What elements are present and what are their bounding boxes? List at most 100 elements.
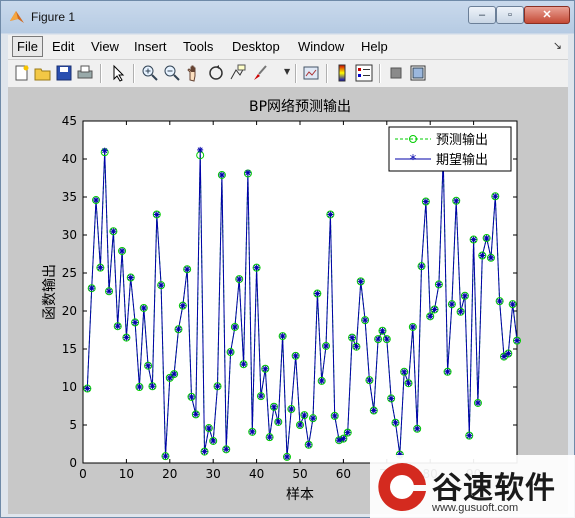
data-point-expected <box>409 323 416 330</box>
print-icon[interactable] <box>76 64 94 82</box>
x-tick-label: 20 <box>162 467 177 481</box>
y-tick-label: 25 <box>62 266 77 280</box>
data-point-expected <box>223 446 230 453</box>
data-point-expected <box>305 441 312 448</box>
legend-icon[interactable] <box>355 64 373 82</box>
data-point-expected <box>140 304 147 311</box>
data-cursor-icon[interactable] <box>229 64 247 82</box>
data-point-expected <box>331 412 338 419</box>
open-file-icon[interactable] <box>34 64 52 82</box>
zoom-in-icon[interactable] <box>141 64 159 82</box>
data-point-expected <box>505 350 512 357</box>
watermark-url: www.gusuoft.com <box>432 502 519 514</box>
data-point-expected <box>119 247 126 254</box>
data-point-expected <box>370 407 377 414</box>
show-plot-tools-icon[interactable] <box>409 64 427 82</box>
brush-icon[interactable] <box>251 64 269 82</box>
data-point-expected <box>149 383 156 390</box>
data-point-expected <box>500 353 507 360</box>
zoom-out-icon[interactable] <box>163 64 181 82</box>
close-button[interactable]: ✕ <box>524 6 570 24</box>
data-point-expected <box>422 198 429 205</box>
data-point-expected <box>114 323 121 330</box>
x-tick-label: 40 <box>249 467 264 481</box>
data-point-expected <box>197 146 204 153</box>
plot-svg: BP网络预测输出 样本 函数输出 01020304050607080900510… <box>42 99 521 503</box>
rotate-3d-icon[interactable] <box>207 64 225 82</box>
data-point-expected <box>292 352 299 359</box>
data-point-expected <box>106 288 113 295</box>
data-point-expected <box>184 266 191 273</box>
data-point-expected <box>457 308 464 315</box>
menu-window[interactable]: Window <box>298 39 344 54</box>
data-point-expected <box>153 211 160 218</box>
menu-view[interactable]: View <box>91 39 119 54</box>
data-point-expected <box>470 236 477 243</box>
title-bar[interactable]: Figure 1 – ▫ ✕ <box>1 1 574 33</box>
data-point-expected <box>101 147 108 154</box>
data-point-expected <box>283 453 290 460</box>
data-point-expected <box>466 432 473 439</box>
data-point-expected <box>97 264 104 271</box>
menu-desktop[interactable]: Desktop <box>232 39 280 54</box>
y-tick-label: 30 <box>62 228 77 242</box>
data-point-expected <box>514 337 520 344</box>
data-point-expected <box>401 368 408 375</box>
data-point-expected <box>492 193 499 200</box>
y-tick-label: 20 <box>62 304 77 318</box>
data-point-expected <box>496 298 503 305</box>
toolbar-separator <box>133 64 135 83</box>
data-point-expected <box>236 276 243 283</box>
data-point-expected <box>88 285 95 292</box>
menu-tools[interactable]: Tools <box>183 39 213 54</box>
y-tick-label: 45 <box>62 114 77 128</box>
data-point-expected <box>453 197 460 204</box>
data-point-expected <box>266 434 273 441</box>
new-figure-icon[interactable] <box>13 64 31 82</box>
data-point-expected <box>110 228 117 235</box>
data-point-expected <box>123 334 130 341</box>
hide-plot-tools-icon[interactable] <box>387 64 405 82</box>
dock-arrow-icon[interactable]: ↘ <box>553 39 562 52</box>
menu-insert[interactable]: Insert <box>134 39 167 54</box>
axes-box[interactable] <box>82 120 518 464</box>
brush-dropdown-icon[interactable]: ▼ <box>284 67 290 76</box>
pan-icon[interactable] <box>185 64 203 82</box>
colorbar-icon[interactable] <box>333 64 351 82</box>
data-point-expected <box>327 211 334 218</box>
data-point-expected <box>279 333 286 340</box>
data-point-expected <box>188 393 195 400</box>
y-tick-label: 0 <box>69 456 77 470</box>
save-icon[interactable] <box>55 64 73 82</box>
data-point-expected <box>474 399 481 406</box>
data-point-expected <box>132 319 139 326</box>
data-point-expected <box>414 425 421 432</box>
menu-edit[interactable]: Edit <box>52 39 74 54</box>
menu-file[interactable]: File <box>12 36 43 57</box>
maximize-button[interactable]: ▫ <box>496 6 524 24</box>
data-point-expected <box>340 435 347 442</box>
toolbar-separator <box>295 64 297 83</box>
y-axis-label: 函数输出 <box>42 264 58 320</box>
data-point-expected <box>275 418 282 425</box>
minimize-button[interactable]: – <box>468 6 496 24</box>
figure-window: Figure 1 – ▫ ✕ File Edit View Insert Too… <box>0 0 575 518</box>
legend-label-expected: 期望输出 <box>436 152 488 168</box>
data-point-expected <box>262 365 269 372</box>
data-point-expected <box>349 334 356 341</box>
menu-help[interactable]: Help <box>361 39 388 54</box>
x-tick-label: 10 <box>119 467 134 481</box>
data-point-expected <box>314 290 321 297</box>
link-plot-icon[interactable] <box>302 64 320 82</box>
data-point-expected <box>297 422 303 428</box>
data-point-expected <box>479 252 486 259</box>
legend[interactable]: 预测输出 * 期望输出 <box>388 126 512 172</box>
data-point-expected <box>214 383 221 390</box>
watermark: 谷速软件 www.gusuoft.com <box>370 455 575 518</box>
edit-plot-icon[interactable] <box>109 64 127 82</box>
data-point-expected <box>301 412 308 419</box>
watermark-logo-icon <box>378 462 426 511</box>
y-tick-label: 15 <box>62 342 77 356</box>
data-point-expected <box>227 349 234 356</box>
data-point-expected <box>375 336 382 343</box>
